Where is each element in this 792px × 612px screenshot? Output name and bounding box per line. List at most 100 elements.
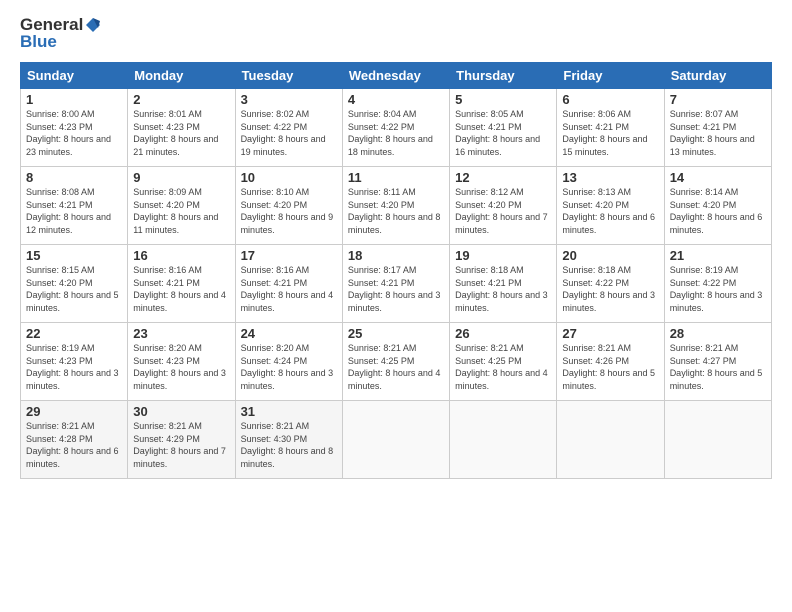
calendar-cell: 23Sunrise: 8:20 AMSunset: 4:23 PMDayligh… <box>128 323 235 401</box>
day-info: Sunrise: 8:02 AMSunset: 4:22 PMDaylight:… <box>241 108 337 158</box>
calendar-cell: 22Sunrise: 8:19 AMSunset: 4:23 PMDayligh… <box>21 323 128 401</box>
day-info: Sunrise: 8:21 AMSunset: 4:25 PMDaylight:… <box>455 342 551 392</box>
day-info: Sunrise: 8:04 AMSunset: 4:22 PMDaylight:… <box>348 108 444 158</box>
day-info: Sunrise: 8:16 AMSunset: 4:21 PMDaylight:… <box>133 264 229 314</box>
day-number: 30 <box>133 404 229 419</box>
day-info: Sunrise: 8:11 AMSunset: 4:20 PMDaylight:… <box>348 186 444 236</box>
calendar-cell: 14Sunrise: 8:14 AMSunset: 4:20 PMDayligh… <box>664 167 771 245</box>
calendar-cell: 13Sunrise: 8:13 AMSunset: 4:20 PMDayligh… <box>557 167 664 245</box>
header-sunday: Sunday <box>21 63 128 89</box>
calendar-cell: 3Sunrise: 8:02 AMSunset: 4:22 PMDaylight… <box>235 89 342 167</box>
day-number: 20 <box>562 248 658 263</box>
day-info: Sunrise: 8:21 AMSunset: 4:27 PMDaylight:… <box>670 342 766 392</box>
calendar-cell: 24Sunrise: 8:20 AMSunset: 4:24 PMDayligh… <box>235 323 342 401</box>
calendar-cell: 31Sunrise: 8:21 AMSunset: 4:30 PMDayligh… <box>235 401 342 479</box>
calendar-cell: 20Sunrise: 8:18 AMSunset: 4:22 PMDayligh… <box>557 245 664 323</box>
calendar-cell: 2Sunrise: 8:01 AMSunset: 4:23 PMDaylight… <box>128 89 235 167</box>
calendar-cell: 27Sunrise: 8:21 AMSunset: 4:26 PMDayligh… <box>557 323 664 401</box>
day-number: 9 <box>133 170 229 185</box>
day-info: Sunrise: 8:21 AMSunset: 4:25 PMDaylight:… <box>348 342 444 392</box>
calendar-cell: 26Sunrise: 8:21 AMSunset: 4:25 PMDayligh… <box>450 323 557 401</box>
day-info: Sunrise: 8:15 AMSunset: 4:20 PMDaylight:… <box>26 264 122 314</box>
calendar-cell: 15Sunrise: 8:15 AMSunset: 4:20 PMDayligh… <box>21 245 128 323</box>
day-number: 13 <box>562 170 658 185</box>
calendar-cell: 29Sunrise: 8:21 AMSunset: 4:28 PMDayligh… <box>21 401 128 479</box>
calendar-cell: 11Sunrise: 8:11 AMSunset: 4:20 PMDayligh… <box>342 167 449 245</box>
calendar-cell: 28Sunrise: 8:21 AMSunset: 4:27 PMDayligh… <box>664 323 771 401</box>
day-info: Sunrise: 8:21 AMSunset: 4:30 PMDaylight:… <box>241 420 337 470</box>
day-info: Sunrise: 8:10 AMSunset: 4:20 PMDaylight:… <box>241 186 337 236</box>
day-number: 8 <box>26 170 122 185</box>
calendar-cell <box>450 401 557 479</box>
day-number: 21 <box>670 248 766 263</box>
calendar-week-4: 22Sunrise: 8:19 AMSunset: 4:23 PMDayligh… <box>21 323 772 401</box>
calendar-cell: 21Sunrise: 8:19 AMSunset: 4:22 PMDayligh… <box>664 245 771 323</box>
calendar-cell <box>557 401 664 479</box>
logo-blue: Blue <box>20 32 57 52</box>
day-number: 29 <box>26 404 122 419</box>
calendar-header-row: SundayMondayTuesdayWednesdayThursdayFrid… <box>21 63 772 89</box>
day-info: Sunrise: 8:20 AMSunset: 4:23 PMDaylight:… <box>133 342 229 392</box>
header-friday: Friday <box>557 63 664 89</box>
day-number: 12 <box>455 170 551 185</box>
day-number: 6 <box>562 92 658 107</box>
day-info: Sunrise: 8:21 AMSunset: 4:28 PMDaylight:… <box>26 420 122 470</box>
header: General Blue <box>20 15 772 52</box>
day-info: Sunrise: 8:07 AMSunset: 4:21 PMDaylight:… <box>670 108 766 158</box>
day-info: Sunrise: 8:09 AMSunset: 4:20 PMDaylight:… <box>133 186 229 236</box>
header-saturday: Saturday <box>664 63 771 89</box>
calendar-cell: 6Sunrise: 8:06 AMSunset: 4:21 PMDaylight… <box>557 89 664 167</box>
day-info: Sunrise: 8:13 AMSunset: 4:20 PMDaylight:… <box>562 186 658 236</box>
header-monday: Monday <box>128 63 235 89</box>
logo: General Blue <box>20 15 103 52</box>
day-number: 16 <box>133 248 229 263</box>
day-info: Sunrise: 8:20 AMSunset: 4:24 PMDaylight:… <box>241 342 337 392</box>
day-info: Sunrise: 8:12 AMSunset: 4:20 PMDaylight:… <box>455 186 551 236</box>
calendar-cell: 25Sunrise: 8:21 AMSunset: 4:25 PMDayligh… <box>342 323 449 401</box>
day-number: 28 <box>670 326 766 341</box>
header-thursday: Thursday <box>450 63 557 89</box>
calendar-cell: 7Sunrise: 8:07 AMSunset: 4:21 PMDaylight… <box>664 89 771 167</box>
day-number: 3 <box>241 92 337 107</box>
day-number: 18 <box>348 248 444 263</box>
header-tuesday: Tuesday <box>235 63 342 89</box>
calendar-page: General Blue SundayMondayTuesdayWednesda… <box>0 0 792 612</box>
calendar-cell: 19Sunrise: 8:18 AMSunset: 4:21 PMDayligh… <box>450 245 557 323</box>
calendar-table: SundayMondayTuesdayWednesdayThursdayFrid… <box>20 62 772 479</box>
day-number: 4 <box>348 92 444 107</box>
calendar-cell: 12Sunrise: 8:12 AMSunset: 4:20 PMDayligh… <box>450 167 557 245</box>
day-info: Sunrise: 8:06 AMSunset: 4:21 PMDaylight:… <box>562 108 658 158</box>
calendar-cell: 4Sunrise: 8:04 AMSunset: 4:22 PMDaylight… <box>342 89 449 167</box>
calendar-week-2: 8Sunrise: 8:08 AMSunset: 4:21 PMDaylight… <box>21 167 772 245</box>
header-wednesday: Wednesday <box>342 63 449 89</box>
calendar-cell: 9Sunrise: 8:09 AMSunset: 4:20 PMDaylight… <box>128 167 235 245</box>
calendar-cell: 16Sunrise: 8:16 AMSunset: 4:21 PMDayligh… <box>128 245 235 323</box>
calendar-week-3: 15Sunrise: 8:15 AMSunset: 4:20 PMDayligh… <box>21 245 772 323</box>
calendar-week-5: 29Sunrise: 8:21 AMSunset: 4:28 PMDayligh… <box>21 401 772 479</box>
day-number: 19 <box>455 248 551 263</box>
day-info: Sunrise: 8:16 AMSunset: 4:21 PMDaylight:… <box>241 264 337 314</box>
day-number: 31 <box>241 404 337 419</box>
calendar-cell: 30Sunrise: 8:21 AMSunset: 4:29 PMDayligh… <box>128 401 235 479</box>
day-number: 26 <box>455 326 551 341</box>
calendar-week-1: 1Sunrise: 8:00 AMSunset: 4:23 PMDaylight… <box>21 89 772 167</box>
day-info: Sunrise: 8:14 AMSunset: 4:20 PMDaylight:… <box>670 186 766 236</box>
day-number: 22 <box>26 326 122 341</box>
day-number: 10 <box>241 170 337 185</box>
day-info: Sunrise: 8:19 AMSunset: 4:22 PMDaylight:… <box>670 264 766 314</box>
day-info: Sunrise: 8:18 AMSunset: 4:22 PMDaylight:… <box>562 264 658 314</box>
day-number: 14 <box>670 170 766 185</box>
day-info: Sunrise: 8:17 AMSunset: 4:21 PMDaylight:… <box>348 264 444 314</box>
day-number: 2 <box>133 92 229 107</box>
day-info: Sunrise: 8:00 AMSunset: 4:23 PMDaylight:… <box>26 108 122 158</box>
day-info: Sunrise: 8:21 AMSunset: 4:29 PMDaylight:… <box>133 420 229 470</box>
day-number: 11 <box>348 170 444 185</box>
calendar-cell: 5Sunrise: 8:05 AMSunset: 4:21 PMDaylight… <box>450 89 557 167</box>
day-info: Sunrise: 8:05 AMSunset: 4:21 PMDaylight:… <box>455 108 551 158</box>
day-info: Sunrise: 8:21 AMSunset: 4:26 PMDaylight:… <box>562 342 658 392</box>
calendar-cell: 8Sunrise: 8:08 AMSunset: 4:21 PMDaylight… <box>21 167 128 245</box>
day-info: Sunrise: 8:19 AMSunset: 4:23 PMDaylight:… <box>26 342 122 392</box>
calendar-cell <box>342 401 449 479</box>
calendar-cell: 1Sunrise: 8:00 AMSunset: 4:23 PMDaylight… <box>21 89 128 167</box>
day-info: Sunrise: 8:18 AMSunset: 4:21 PMDaylight:… <box>455 264 551 314</box>
